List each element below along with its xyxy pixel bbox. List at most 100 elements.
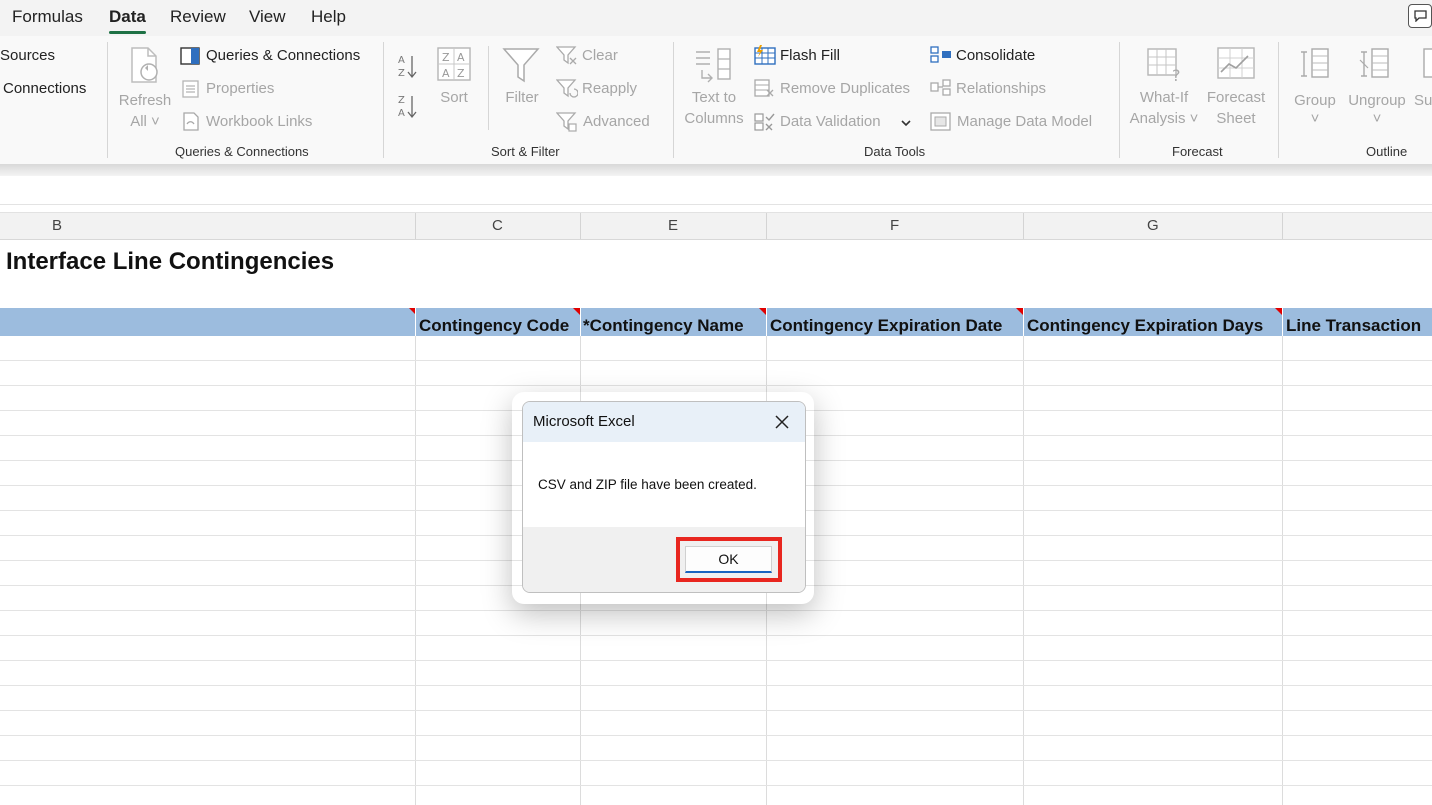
svg-text:A: A: [442, 67, 450, 80]
grid-row-line: [0, 635, 1432, 636]
comment-indicator[interactable]: [1275, 308, 1282, 315]
forecast-sheet-label[interactable]: Forecast: [1205, 89, 1267, 106]
header-contingency-expiration-days[interactable]: Contingency Expiration Days: [1027, 308, 1281, 336]
group-dropdown[interactable]: ˅: [1290, 110, 1340, 127]
clear-filter-icon: [556, 46, 577, 65]
svg-text:A: A: [457, 51, 465, 64]
close-icon[interactable]: [771, 411, 793, 433]
connections-button[interactable]: Connections: [3, 80, 86, 97]
remove-duplicates-button[interactable]: Remove Duplicates: [780, 80, 910, 97]
grid-row-line: [0, 710, 1432, 711]
header-divider: [766, 308, 767, 336]
group-icon[interactable]: [1298, 46, 1334, 82]
chevron-down-icon[interactable]: [900, 118, 912, 128]
group-button[interactable]: Group: [1290, 92, 1340, 109]
grid-row-line: [0, 360, 1432, 361]
queries-group-label: Queries & Connections: [175, 144, 309, 159]
menu-review[interactable]: Review: [170, 7, 226, 27]
header-contingency-name[interactable]: *Contingency Name: [583, 308, 765, 336]
table-header-row: Contingency Code *Contingency Name Conti…: [0, 308, 1432, 336]
filter-button[interactable]: Filter: [499, 89, 545, 106]
relationships-icon: [930, 79, 951, 96]
menu-help[interactable]: Help: [311, 7, 346, 27]
header-divider: [415, 308, 416, 336]
workbook-links-button[interactable]: Workbook Links: [206, 113, 312, 130]
sources-button[interactable]: Sources: [0, 47, 55, 64]
flash-fill-button[interactable]: Flash Fill: [780, 47, 840, 64]
workbook-links-icon: [183, 112, 199, 131]
what-if-analysis-icon[interactable]: ?: [1146, 46, 1188, 84]
header-contingency-code[interactable]: Contingency Code: [419, 308, 579, 336]
text-to-columns-label[interactable]: Text to: [683, 89, 745, 106]
dialog-titlebar[interactable]: Microsoft Excel: [523, 402, 805, 442]
ungroup-button[interactable]: Ungroup: [1345, 92, 1409, 109]
reapply-icon: [556, 79, 578, 98]
forecast-sheet-label-2[interactable]: Sheet: [1205, 110, 1267, 127]
forecast-sheet-icon[interactable]: [1216, 46, 1256, 82]
svg-text:A: A: [398, 108, 405, 119]
active-tab-indicator: [109, 31, 146, 34]
refresh-all-icon[interactable]: [128, 46, 164, 86]
menu-bar: Formulas Data Review View Help: [0, 0, 1432, 36]
sort-icon[interactable]: Z A A Z: [436, 46, 472, 82]
sort-button[interactable]: Sort: [433, 89, 475, 106]
flash-fill-icon: [754, 45, 776, 65]
what-if-dropdown[interactable]: Analysis ˅: [1129, 110, 1199, 127]
refresh-all-label[interactable]: Refresh: [118, 92, 172, 109]
grid-row-line: [0, 685, 1432, 686]
column-divider[interactable]: [1282, 213, 1283, 239]
dialog-message: CSV and ZIP file have been created.: [538, 477, 757, 492]
relationships-button[interactable]: Relationships: [956, 80, 1046, 97]
sheet-title[interactable]: Interface Line Contingencies: [6, 248, 334, 276]
queries-connections-button[interactable]: Queries & Connections: [206, 47, 360, 64]
advanced-button[interactable]: Advanced: [583, 113, 650, 130]
column-header-c[interactable]: C: [492, 217, 503, 234]
group-separator: [1119, 42, 1120, 158]
column-headers: B C E F G: [0, 212, 1432, 240]
comment-indicator[interactable]: [759, 308, 766, 315]
outline-group-label: Outline: [1366, 144, 1408, 159]
menu-view[interactable]: View: [249, 7, 286, 27]
ok-button[interactable]: OK: [685, 546, 772, 573]
clear-button[interactable]: Clear: [582, 47, 618, 64]
subtotal-button[interactable]: Sul: [1414, 92, 1432, 109]
ungroup-dropdown[interactable]: ˅: [1345, 110, 1409, 127]
text-to-columns-label-2[interactable]: Columns: [683, 110, 745, 127]
what-if-label[interactable]: What-If: [1135, 89, 1193, 106]
menu-formulas[interactable]: Formulas: [12, 7, 83, 27]
reapply-button[interactable]: Reapply: [582, 80, 637, 97]
comments-icon[interactable]: [1408, 4, 1432, 28]
manage-data-model-button[interactable]: Manage Data Model: [957, 113, 1092, 130]
column-header-e[interactable]: E: [668, 217, 678, 234]
properties-icon: [182, 80, 199, 98]
comment-indicator[interactable]: [1016, 308, 1023, 315]
sort-az-icon[interactable]: A Z: [397, 52, 419, 82]
sort-za-icon[interactable]: Z A: [397, 92, 419, 122]
header-divider: [1282, 308, 1283, 336]
filter-icon[interactable]: [502, 46, 540, 84]
header-line-transaction[interactable]: Line Transaction: [1286, 308, 1432, 336]
ungroup-icon[interactable]: [1358, 46, 1394, 82]
header-contingency-expiration-date[interactable]: Contingency Expiration Date: [770, 308, 1022, 336]
column-divider[interactable]: [1023, 213, 1024, 239]
column-divider[interactable]: [766, 213, 767, 239]
menu-data[interactable]: Data: [109, 7, 146, 27]
svg-text:A: A: [398, 55, 405, 66]
column-header-f[interactable]: F: [890, 217, 899, 234]
consolidate-icon: [930, 46, 951, 63]
group-separator: [1278, 42, 1279, 158]
column-divider[interactable]: [415, 213, 416, 239]
column-divider[interactable]: [580, 213, 581, 239]
text-to-columns-icon[interactable]: [692, 46, 736, 86]
message-dialog: Microsoft Excel CSV and ZIP file have be…: [522, 401, 806, 593]
comment-indicator[interactable]: [573, 308, 580, 315]
refresh-all-dropdown[interactable]: All ˅: [118, 113, 172, 130]
data-validation-button[interactable]: Data Validation: [780, 113, 881, 130]
column-header-b[interactable]: B: [52, 217, 62, 234]
subtotal-icon[interactable]: [1420, 46, 1432, 82]
properties-button[interactable]: Properties: [206, 80, 274, 97]
grid-row-line: [0, 760, 1432, 761]
consolidate-button[interactable]: Consolidate: [956, 47, 1035, 64]
column-header-g[interactable]: G: [1147, 217, 1159, 234]
grid-row-line: [0, 610, 1432, 611]
